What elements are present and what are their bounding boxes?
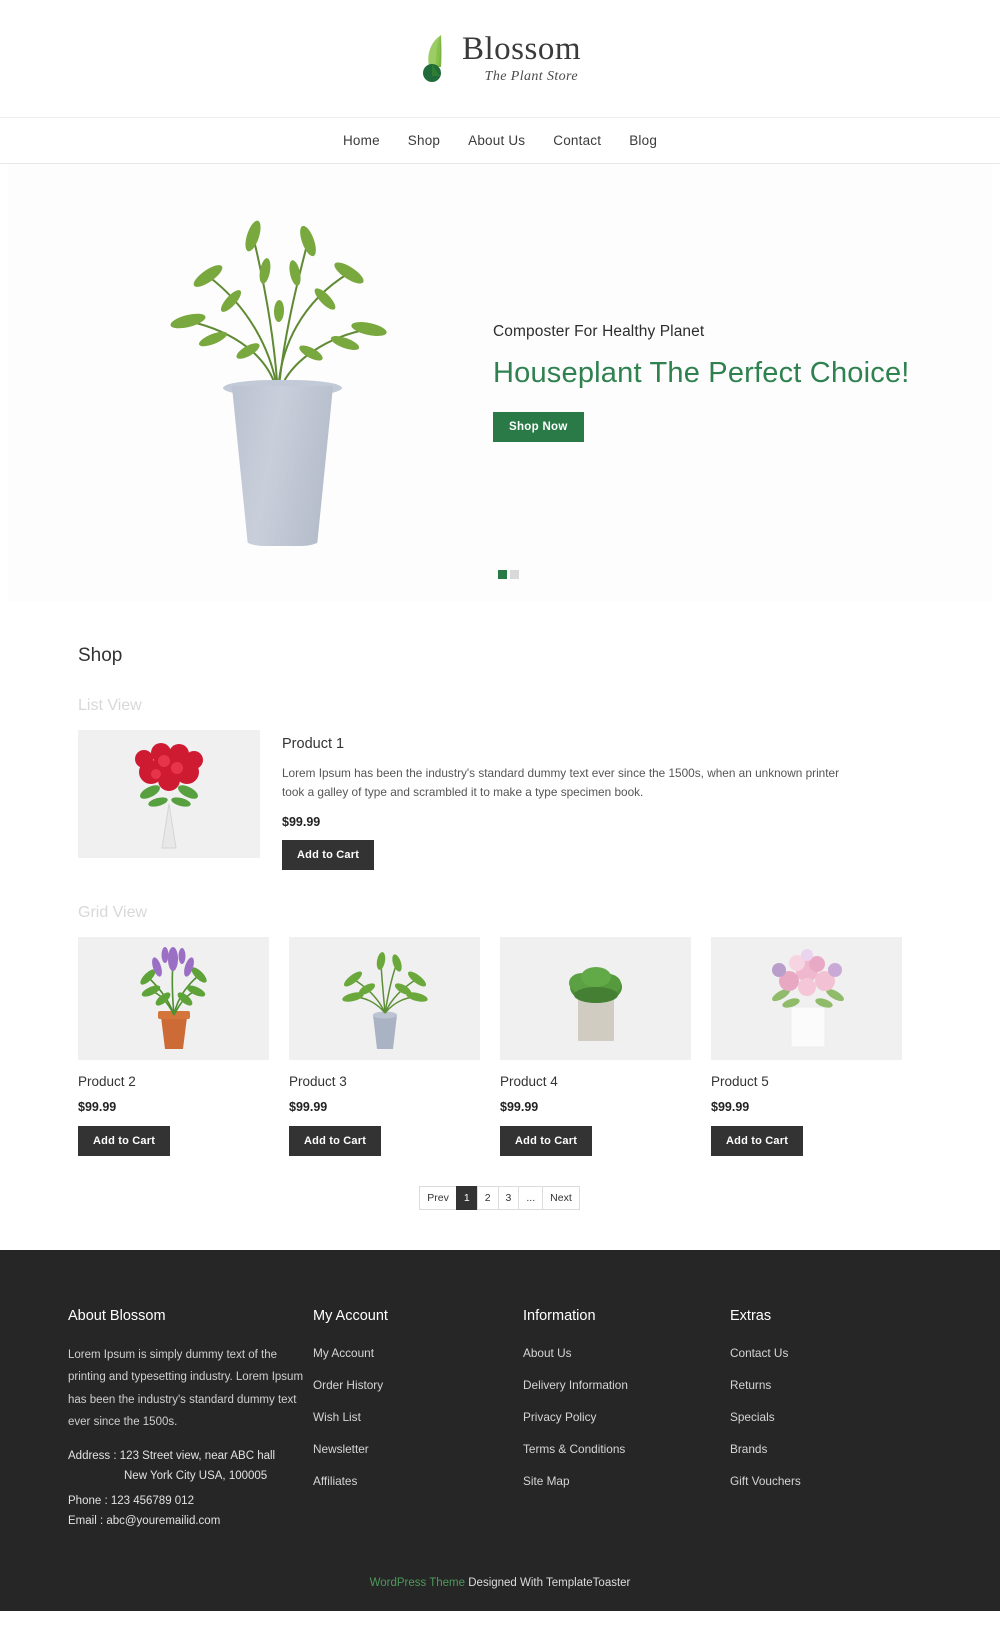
footer-link-order-history[interactable]: Order History: [313, 1378, 383, 1392]
potted-plant-illustration: [153, 216, 403, 546]
product-name[interactable]: Product 4: [500, 1074, 691, 1089]
footer-column-information: Information About Us Delivery Informatio…: [523, 1308, 730, 1535]
footer-link-site-map[interactable]: Site Map: [523, 1474, 570, 1488]
product-grid: Product 2 $99.99 Add to Cart Product 3 $…: [78, 936, 922, 1156]
footer-link-brands[interactable]: Brands: [730, 1442, 767, 1456]
logo-tagline: The Plant Store: [484, 69, 579, 84]
product-image-4[interactable]: [500, 936, 691, 1060]
hero-title: Houseplant The Perfect Choice!: [493, 357, 910, 389]
shop-now-button[interactable]: Shop Now: [493, 412, 584, 442]
site-footer: About Blossom Lorem Ipsum is simply dumm…: [0, 1249, 1000, 1577]
footer-link-specials[interactable]: Specials: [730, 1410, 775, 1424]
shop-section: Shop List View Product 1 Lorem Ipsum has…: [0, 601, 1000, 1250]
footer-heading-my-account: My Account: [313, 1307, 388, 1324]
footer-link-contact-us[interactable]: Contact Us: [730, 1346, 788, 1360]
footer-address-line1: Address : 123 Street view, near ABC hall: [68, 1449, 276, 1462]
hero-subtitle: Composter For Healthy Planet: [493, 323, 705, 340]
page-title: Shop: [78, 645, 123, 666]
product-image-5[interactable]: [711, 936, 902, 1060]
product-image-3[interactable]: [289, 936, 480, 1060]
carousel-dot-1[interactable]: [497, 570, 507, 579]
site-logo[interactable]: Blossom The Plant Store: [419, 33, 581, 85]
footer-column-my-account: My Account My Account Order History Wish…: [313, 1308, 523, 1535]
pagination-page-3[interactable]: 3: [497, 1185, 520, 1210]
pagination: Prev 1 2 3 ... Next: [78, 1185, 922, 1210]
carousel-dot-2[interactable]: [509, 570, 519, 579]
product-price: $99.99: [500, 1099, 539, 1114]
product-image-1[interactable]: [78, 730, 260, 858]
grid-card-product-4: Product 4 $99.99 Add to Cart: [500, 936, 691, 1156]
nav-item-home[interactable]: Home: [343, 133, 380, 148]
footer-link-affiliates[interactable]: Affiliates: [313, 1474, 357, 1488]
footer-column-about: About Blossom Lorem Ipsum is simply dumm…: [68, 1308, 313, 1535]
add-to-cart-button[interactable]: Add to Cart: [289, 1125, 382, 1156]
pagination-page-2[interactable]: 2: [476, 1185, 499, 1210]
footer-link-my-account[interactable]: My Account: [313, 1346, 374, 1360]
footer-heading-about: About Blossom: [68, 1307, 166, 1324]
footer-link-returns[interactable]: Returns: [730, 1378, 771, 1392]
footer-link-terms-conditions[interactable]: Terms & Conditions: [523, 1442, 625, 1456]
nav-item-shop[interactable]: Shop: [408, 133, 440, 148]
footer-link-newsletter[interactable]: Newsletter: [313, 1442, 369, 1456]
footer-heading-extras: Extras: [730, 1307, 772, 1324]
list-view-label: List View: [78, 697, 142, 714]
pagination-next[interactable]: Next: [542, 1185, 580, 1210]
pagination-ellipsis[interactable]: ...: [518, 1185, 544, 1210]
hero-section-wrap: Composter For Healthy Planet Houseplant …: [0, 164, 1000, 601]
footer-link-wish-list[interactable]: Wish List: [313, 1410, 361, 1424]
add-to-cart-button[interactable]: Add to Cart: [78, 1125, 171, 1156]
footer-heading-information: Information: [523, 1307, 596, 1324]
logo-name: Blossom: [461, 31, 582, 67]
footer-credit-text: Designed With TemplateToaster: [465, 1576, 631, 1589]
footer-about-text: Lorem Ipsum is simply dummy text of the …: [68, 1348, 304, 1429]
leaf-icon: [419, 33, 453, 85]
add-to-cart-button[interactable]: Add to Cart: [711, 1125, 804, 1156]
nav-item-blog[interactable]: Blog: [629, 133, 657, 148]
grid-card-product-2: Product 2 $99.99 Add to Cart: [78, 936, 269, 1156]
nav-item-contact[interactable]: Contact: [553, 133, 601, 148]
product-name[interactable]: Product 1: [282, 736, 922, 752]
product-name[interactable]: Product 3: [289, 1074, 480, 1089]
hero-image: [8, 164, 478, 601]
footer-link-privacy-policy[interactable]: Privacy Policy: [523, 1410, 596, 1424]
grid-card-product-3: Product 3 $99.99 Add to Cart: [289, 936, 480, 1156]
nav-item-about-us[interactable]: About Us: [468, 133, 525, 148]
product-name[interactable]: Product 5: [711, 1074, 902, 1089]
footer-phone: Phone : 123 456789 012: [68, 1494, 194, 1507]
grid-card-product-5: Product 5 $99.99 Add to Cart: [711, 936, 902, 1156]
product-name[interactable]: Product 2: [78, 1074, 269, 1089]
product-price: $99.99: [711, 1099, 750, 1114]
footer-column-extras: Extras Contact Us Returns Specials Brand…: [730, 1308, 930, 1535]
footer-link-about-us[interactable]: About Us: [523, 1346, 572, 1360]
hero-carousel: Composter For Healthy Planet Houseplant …: [8, 164, 992, 601]
add-to-cart-button[interactable]: Add to Cart: [500, 1125, 593, 1156]
main-navigation: Home Shop About Us Contact Blog: [0, 118, 1000, 164]
add-to-cart-button[interactable]: Add to Cart: [282, 839, 375, 870]
pagination-prev[interactable]: Prev: [419, 1185, 457, 1210]
product-price: $99.99: [282, 814, 321, 829]
footer-link-gift-vouchers[interactable]: Gift Vouchers: [730, 1474, 801, 1488]
footer-bottom-bar: WordPress Theme Designed With TemplateTo…: [0, 1576, 1000, 1611]
footer-link-delivery-information[interactable]: Delivery Information: [523, 1378, 628, 1392]
footer-email: Email : abc@youremailid.com: [68, 1514, 221, 1527]
product-price: $99.99: [78, 1099, 117, 1114]
carousel-dots: [8, 570, 992, 579]
product-description: Lorem Ipsum has been the industry's stan…: [282, 766, 840, 800]
grid-view-label: Grid View: [78, 903, 148, 921]
footer-wordpress-link[interactable]: WordPress Theme: [370, 1577, 465, 1589]
pagination-page-1[interactable]: 1: [455, 1185, 478, 1210]
product-price: $99.99: [289, 1099, 328, 1114]
product-image-2[interactable]: [78, 936, 269, 1060]
site-header: Blossom The Plant Store: [0, 0, 1000, 118]
list-item: Product 1 Lorem Ipsum has been the indus…: [78, 730, 922, 870]
footer-address-line2: New York City USA, 100005: [124, 1470, 268, 1483]
